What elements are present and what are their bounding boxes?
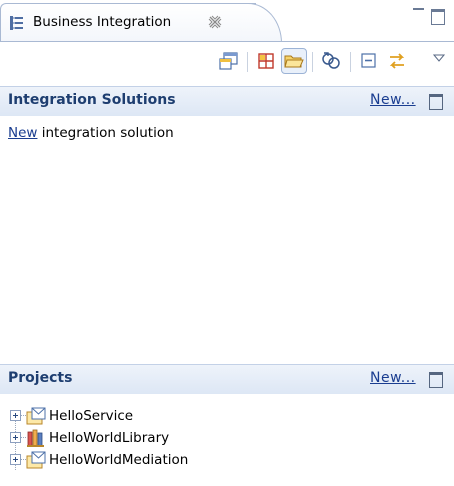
open-solution-icon xyxy=(219,52,238,70)
projects-tree: HelloService HelloWorldLibrary HelloWorl… xyxy=(0,394,454,486)
collapse-all-button[interactable] xyxy=(356,48,382,74)
business-integration-view-icon xyxy=(10,16,23,30)
view-tab-bar: Business Integration xyxy=(0,0,454,43)
module-envelope-icon xyxy=(26,451,46,469)
integration-solutions-header: Integration Solutions New... xyxy=(0,86,454,116)
toolbar-separator xyxy=(350,52,351,72)
view-toolbar xyxy=(0,42,454,86)
business-integration-tab[interactable]: Business Integration xyxy=(0,3,282,43)
open-solution-button[interactable] xyxy=(216,48,242,74)
projects-title: Projects xyxy=(8,370,73,386)
collapse-all-icon xyxy=(361,53,376,68)
sync-arrows-icon xyxy=(389,53,405,69)
tree-row[interactable]: HelloWorldLibrary xyxy=(0,427,260,449)
show-grid-icon xyxy=(258,53,274,69)
tree-item-label: HelloService xyxy=(49,408,134,424)
expand-icon[interactable] xyxy=(10,410,21,421)
expand-icon[interactable] xyxy=(10,454,21,465)
toolbar-separator xyxy=(247,52,248,72)
expand-icon[interactable] xyxy=(10,432,21,443)
projects-maximize-icon[interactable] xyxy=(429,372,443,388)
tree-item-label: HelloWorldLibrary xyxy=(49,430,170,446)
projects-body: HelloService HelloWorldLibrary HelloWorl… xyxy=(0,394,454,486)
minimize-view-button[interactable] xyxy=(412,6,426,20)
integration-solutions-new-link[interactable]: New... xyxy=(370,92,416,108)
open-folder-icon xyxy=(284,55,304,68)
tree-row[interactable]: HelloService xyxy=(0,405,260,427)
new-integration-solution-line: New integration solution xyxy=(8,125,174,141)
sync-arrows-button[interactable] xyxy=(384,48,410,74)
link-button[interactable] xyxy=(318,48,344,74)
tab-title: Business Integration xyxy=(33,14,172,30)
new-integration-solution-text: integration solution xyxy=(37,125,174,141)
view-menu-chevron-down-icon[interactable] xyxy=(432,52,446,62)
toolbar-separator xyxy=(312,52,313,72)
tab-curve xyxy=(242,3,282,43)
integration-solutions-maximize-icon[interactable] xyxy=(429,94,443,110)
module-envelope-icon xyxy=(26,407,46,425)
show-grid-button[interactable] xyxy=(253,48,279,74)
library-icon xyxy=(27,429,44,447)
projects-header: Projects New... xyxy=(0,364,454,394)
maximize-view-button[interactable] xyxy=(430,6,445,25)
tree-row[interactable]: HelloWorldMediation xyxy=(0,449,260,471)
link-icon xyxy=(322,52,340,69)
integration-solutions-title: Integration Solutions xyxy=(8,92,176,108)
projects-new-link[interactable]: New... xyxy=(370,370,416,386)
open-folder-button[interactable] xyxy=(281,48,307,74)
close-icon[interactable] xyxy=(208,15,222,29)
new-integration-solution-link[interactable]: New xyxy=(8,125,37,141)
tree-item-label: HelloWorldMediation xyxy=(49,452,189,468)
integration-solutions-body: New integration solution xyxy=(0,116,454,364)
